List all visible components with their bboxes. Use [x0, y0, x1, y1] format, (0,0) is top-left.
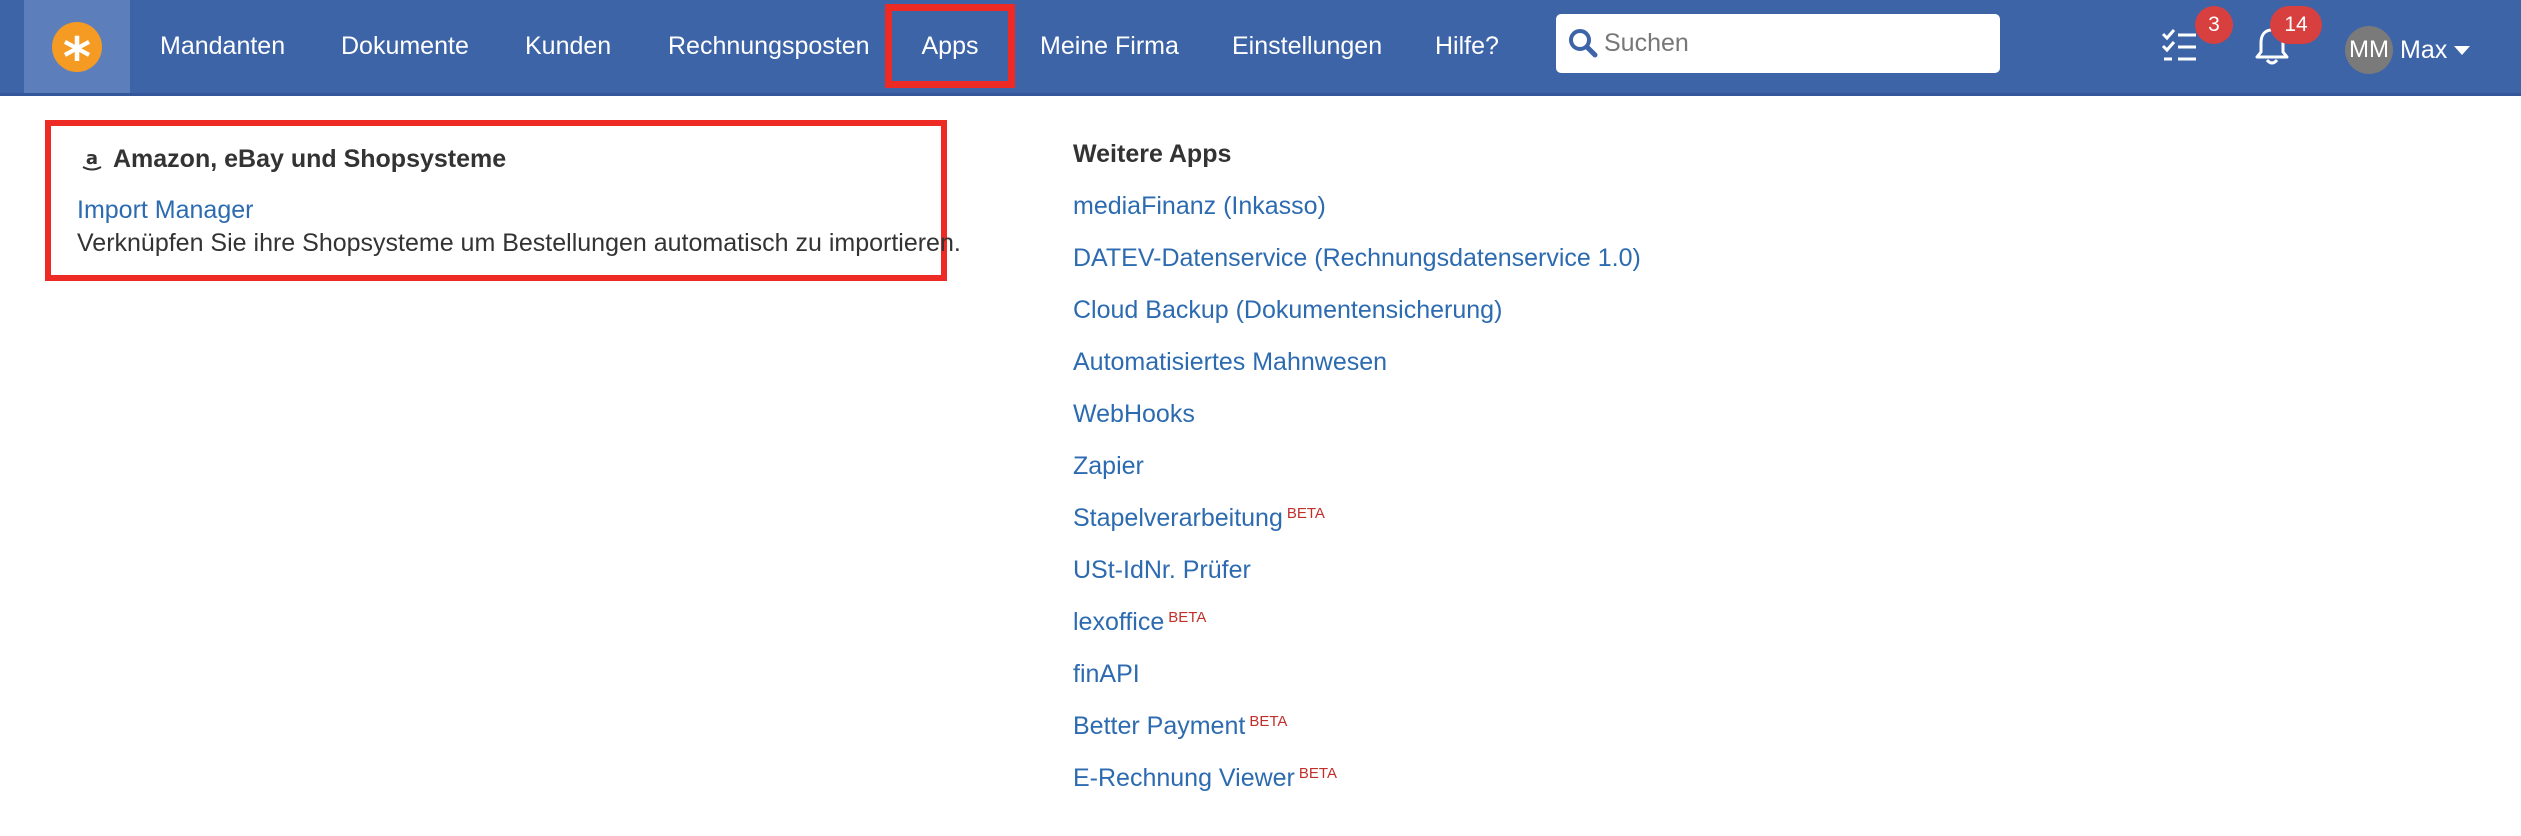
chevron-down-icon[interactable]: [2454, 46, 2470, 55]
import-manager-description: Verknüpfen Sie ihre Shopsysteme um Beste…: [77, 229, 961, 257]
amazon-icon: a: [82, 148, 102, 170]
nav-meine-firma[interactable]: Meine Firma: [1040, 0, 1179, 93]
app-link-finapi[interactable]: finAPI: [1073, 660, 1140, 688]
user-menu-name[interactable]: Max: [2400, 0, 2447, 100]
tasks-count-badge: 3: [2195, 6, 2233, 44]
search-icon: [1569, 29, 1598, 58]
search-input[interactable]: [1604, 14, 1984, 73]
list-item: USt-IdNr. Prüfer: [1073, 552, 1641, 604]
nav-dokumente[interactable]: Dokumente: [341, 0, 469, 93]
amazon-heading-text: Amazon, eBay und Shopsysteme: [113, 145, 507, 173]
import-manager-link[interactable]: Import Manager: [77, 196, 253, 225]
list-item: Zapier: [1073, 448, 1641, 500]
nav-einstellungen[interactable]: Einstellungen: [1232, 0, 1382, 93]
list-item: Automatisiertes Mahnwesen: [1073, 344, 1641, 396]
app-link-datev[interactable]: DATEV-Datenservice (Rechnungsdatenservic…: [1073, 244, 1641, 272]
app-link-mediafinanz[interactable]: mediaFinanz (Inkasso): [1073, 192, 1326, 220]
app-link-mahnwesen[interactable]: Automatisiertes Mahnwesen: [1073, 348, 1387, 376]
beta-badge: BETA: [1286, 505, 1325, 522]
list-item: Better Payment BETA: [1073, 708, 1641, 760]
nav-rechnungsposten[interactable]: Rechnungsposten: [668, 0, 870, 93]
beta-badge: BETA: [1249, 713, 1288, 730]
home-logo-button[interactable]: *: [24, 0, 130, 93]
app-link-lexoffice[interactable]: lexoffice: [1073, 608, 1164, 636]
avatar[interactable]: MM: [2345, 26, 2393, 74]
amazon-section-heading: a Amazon, eBay und Shopsysteme: [81, 145, 506, 174]
amazon-section-highlight: a Amazon, eBay und Shopsysteme Import Ma…: [45, 120, 961, 281]
list-item: Cloud Backup (Dokumentensicherung): [1073, 292, 1641, 344]
app-link-zapier[interactable]: Zapier: [1073, 452, 1144, 480]
nav-apps[interactable]: Apps: [885, 4, 1015, 88]
nav-apps-label: Apps: [921, 31, 979, 60]
list-item: Stapelverarbeitung BETA: [1073, 500, 1641, 552]
beta-badge: BETA: [1298, 765, 1337, 782]
app-link-ust-idnr-pruefer[interactable]: USt-IdNr. Prüfer: [1073, 556, 1251, 584]
svg-text:a: a: [86, 148, 98, 169]
app-link-stapelverarbeitung[interactable]: Stapelverarbeitung: [1073, 504, 1283, 532]
notifications-count-badge: 14: [2270, 6, 2322, 44]
tasks-checklist-icon[interactable]: [2160, 26, 2200, 66]
asterisk-logo-icon: *: [52, 21, 102, 72]
nav-kunden[interactable]: Kunden: [525, 0, 611, 93]
nav-mandanten[interactable]: Mandanten: [160, 0, 285, 93]
nav-hilfe[interactable]: Hilfe?: [1435, 0, 1499, 93]
app-link-better-payment[interactable]: Better Payment: [1073, 712, 1245, 740]
app-link-webhooks[interactable]: WebHooks: [1073, 400, 1195, 428]
list-item: lexoffice BETA: [1073, 604, 1641, 656]
list-item: mediaFinanz (Inkasso): [1073, 188, 1641, 240]
weitere-apps-heading: Weitere Apps: [1073, 140, 1232, 168]
search-box: [1556, 14, 2000, 73]
list-item: finAPI: [1073, 656, 1641, 708]
app-link-cloud-backup[interactable]: Cloud Backup (Dokumentensicherung): [1073, 296, 1502, 324]
top-navbar: * Mandanten Dokumente Kunden Rechnungspo…: [0, 0, 2521, 96]
beta-badge: BETA: [1168, 609, 1207, 626]
list-item: WebHooks: [1073, 396, 1641, 448]
list-item: DATEV-Datenservice (Rechnungsdatenservic…: [1073, 240, 1641, 292]
list-item: E-Rechnung Viewer BETA: [1073, 760, 1641, 812]
app-link-e-rechnung-viewer[interactable]: E-Rechnung Viewer: [1073, 764, 1295, 792]
weitere-apps-list: mediaFinanz (Inkasso) DATEV-Datenservice…: [1073, 188, 1641, 812]
